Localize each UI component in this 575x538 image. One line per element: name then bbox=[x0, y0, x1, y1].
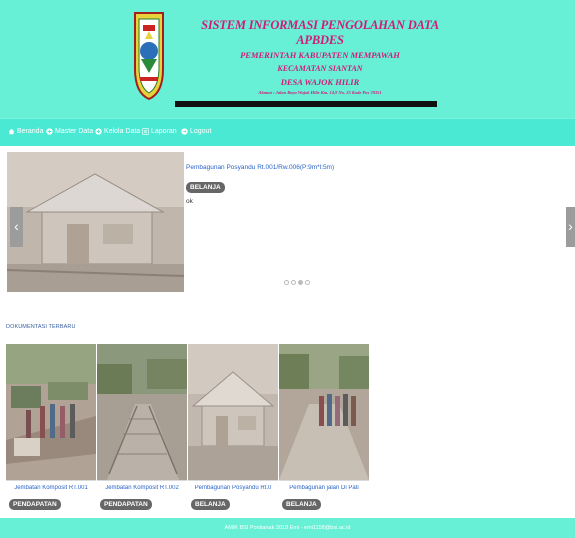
plus-circle-icon bbox=[95, 128, 102, 135]
address-text: Alamat : Jalan Raya Wajok Hilir Km. 14,9… bbox=[258, 90, 382, 95]
nav-label: Laporan bbox=[151, 128, 177, 135]
carousel-indicators bbox=[284, 280, 310, 285]
card-category-badge: PENDAPATAN bbox=[9, 499, 61, 510]
card-divider bbox=[6, 480, 96, 481]
card-title[interactable]: Pembagunan Posyandu Rt.0 bbox=[188, 485, 278, 491]
carousel-dot-active[interactable] bbox=[298, 280, 303, 285]
nav-item-logout[interactable]: Logout bbox=[181, 128, 211, 135]
section-title: DOKUMENTASI TERBARU bbox=[6, 324, 76, 330]
header-title-block: SISTEM INFORMASI PENGOLAHAN DATA APBDES … bbox=[190, 18, 450, 97]
nav-label: Master Data bbox=[55, 128, 94, 135]
card-title[interactable]: Pembagunan jalan Di Pati bbox=[279, 485, 369, 491]
card-divider bbox=[97, 480, 187, 481]
site-footer: AMIK BSI Pontianak 2018 Emi - emi1158@bs… bbox=[0, 518, 575, 538]
regency-title: PEMERINTAH KABUPATEN MEMPAWAH bbox=[240, 50, 400, 60]
card-title[interactable]: Jembatan Komposit RT.001 bbox=[6, 485, 96, 491]
logout-icon bbox=[181, 128, 188, 135]
header-divider bbox=[175, 101, 437, 107]
card-divider bbox=[279, 480, 369, 481]
nav-item-kelola-data[interactable]: Kelola Data bbox=[95, 128, 140, 135]
card-photo bbox=[188, 344, 278, 480]
card-category-badge: BELANJA bbox=[282, 499, 321, 510]
site-header: SISTEM INFORMASI PENGOLAHAN DATA APBDES … bbox=[0, 0, 575, 118]
system-title: SISTEM INFORMASI PENGOLAHAN DATA APBDES bbox=[201, 18, 439, 47]
slide-caption[interactable]: Pembagunan Posyandu Rt.001/Rw.006(P:9m*l… bbox=[186, 164, 334, 171]
card-photo bbox=[97, 344, 187, 480]
card-category-badge: BELANJA bbox=[191, 499, 230, 510]
carousel-dot[interactable] bbox=[284, 280, 289, 285]
carousel-prev-button[interactable]: ‹ bbox=[10, 207, 23, 247]
documentation-carousel: Pembagunan Posyandu Rt.001/Rw.006(P:9m*l… bbox=[0, 152, 575, 292]
carousel-dot[interactable] bbox=[291, 280, 296, 285]
doc-card[interactable]: Jembatan Komposit RT.002 PENDAPATAN bbox=[97, 344, 187, 512]
carousel-dot[interactable] bbox=[305, 280, 310, 285]
carousel-next-button[interactable]: › bbox=[566, 207, 575, 247]
nav-item-beranda[interactable]: Beranda bbox=[8, 128, 43, 135]
plus-circle-icon bbox=[46, 128, 53, 135]
card-category-badge: PENDAPATAN bbox=[100, 499, 152, 510]
slide-category-badge: BELANJA bbox=[186, 182, 225, 193]
regency-emblem-logo bbox=[134, 12, 164, 101]
nav-item-laporan[interactable]: Laporan bbox=[142, 128, 177, 135]
main-nav: Beranda Master Data Kelola Data Laporan … bbox=[0, 118, 575, 146]
doc-card[interactable]: Pembagunan jalan Di Pati BELANJA bbox=[279, 344, 369, 512]
doc-card[interactable]: Jembatan Komposit RT.001 PENDAPATAN bbox=[6, 344, 96, 512]
nav-label: Logout bbox=[190, 128, 212, 135]
card-divider bbox=[188, 480, 278, 481]
carousel-slide-photo bbox=[7, 152, 184, 292]
footer-text: AMIK BSI Pontianak 2018 Emi - emi1158@bs… bbox=[224, 525, 351, 531]
district-title: KECAMATAN SIANTAN bbox=[277, 64, 363, 73]
list-icon bbox=[142, 128, 149, 135]
card-photo bbox=[6, 344, 96, 480]
nav-label: Kelola Data bbox=[104, 128, 141, 135]
card-title[interactable]: Jembatan Komposit RT.002 bbox=[97, 485, 187, 491]
doc-card[interactable]: Pembagunan Posyandu Rt.0 BELANJA bbox=[188, 344, 278, 512]
nav-label: Beranda bbox=[17, 128, 44, 135]
home-icon bbox=[8, 128, 15, 135]
slide-description: ok bbox=[186, 198, 193, 205]
village-title: DESA WAJOK HILIR bbox=[280, 77, 360, 87]
nav-item-master-data[interactable]: Master Data bbox=[46, 128, 93, 135]
card-photo bbox=[279, 344, 369, 480]
